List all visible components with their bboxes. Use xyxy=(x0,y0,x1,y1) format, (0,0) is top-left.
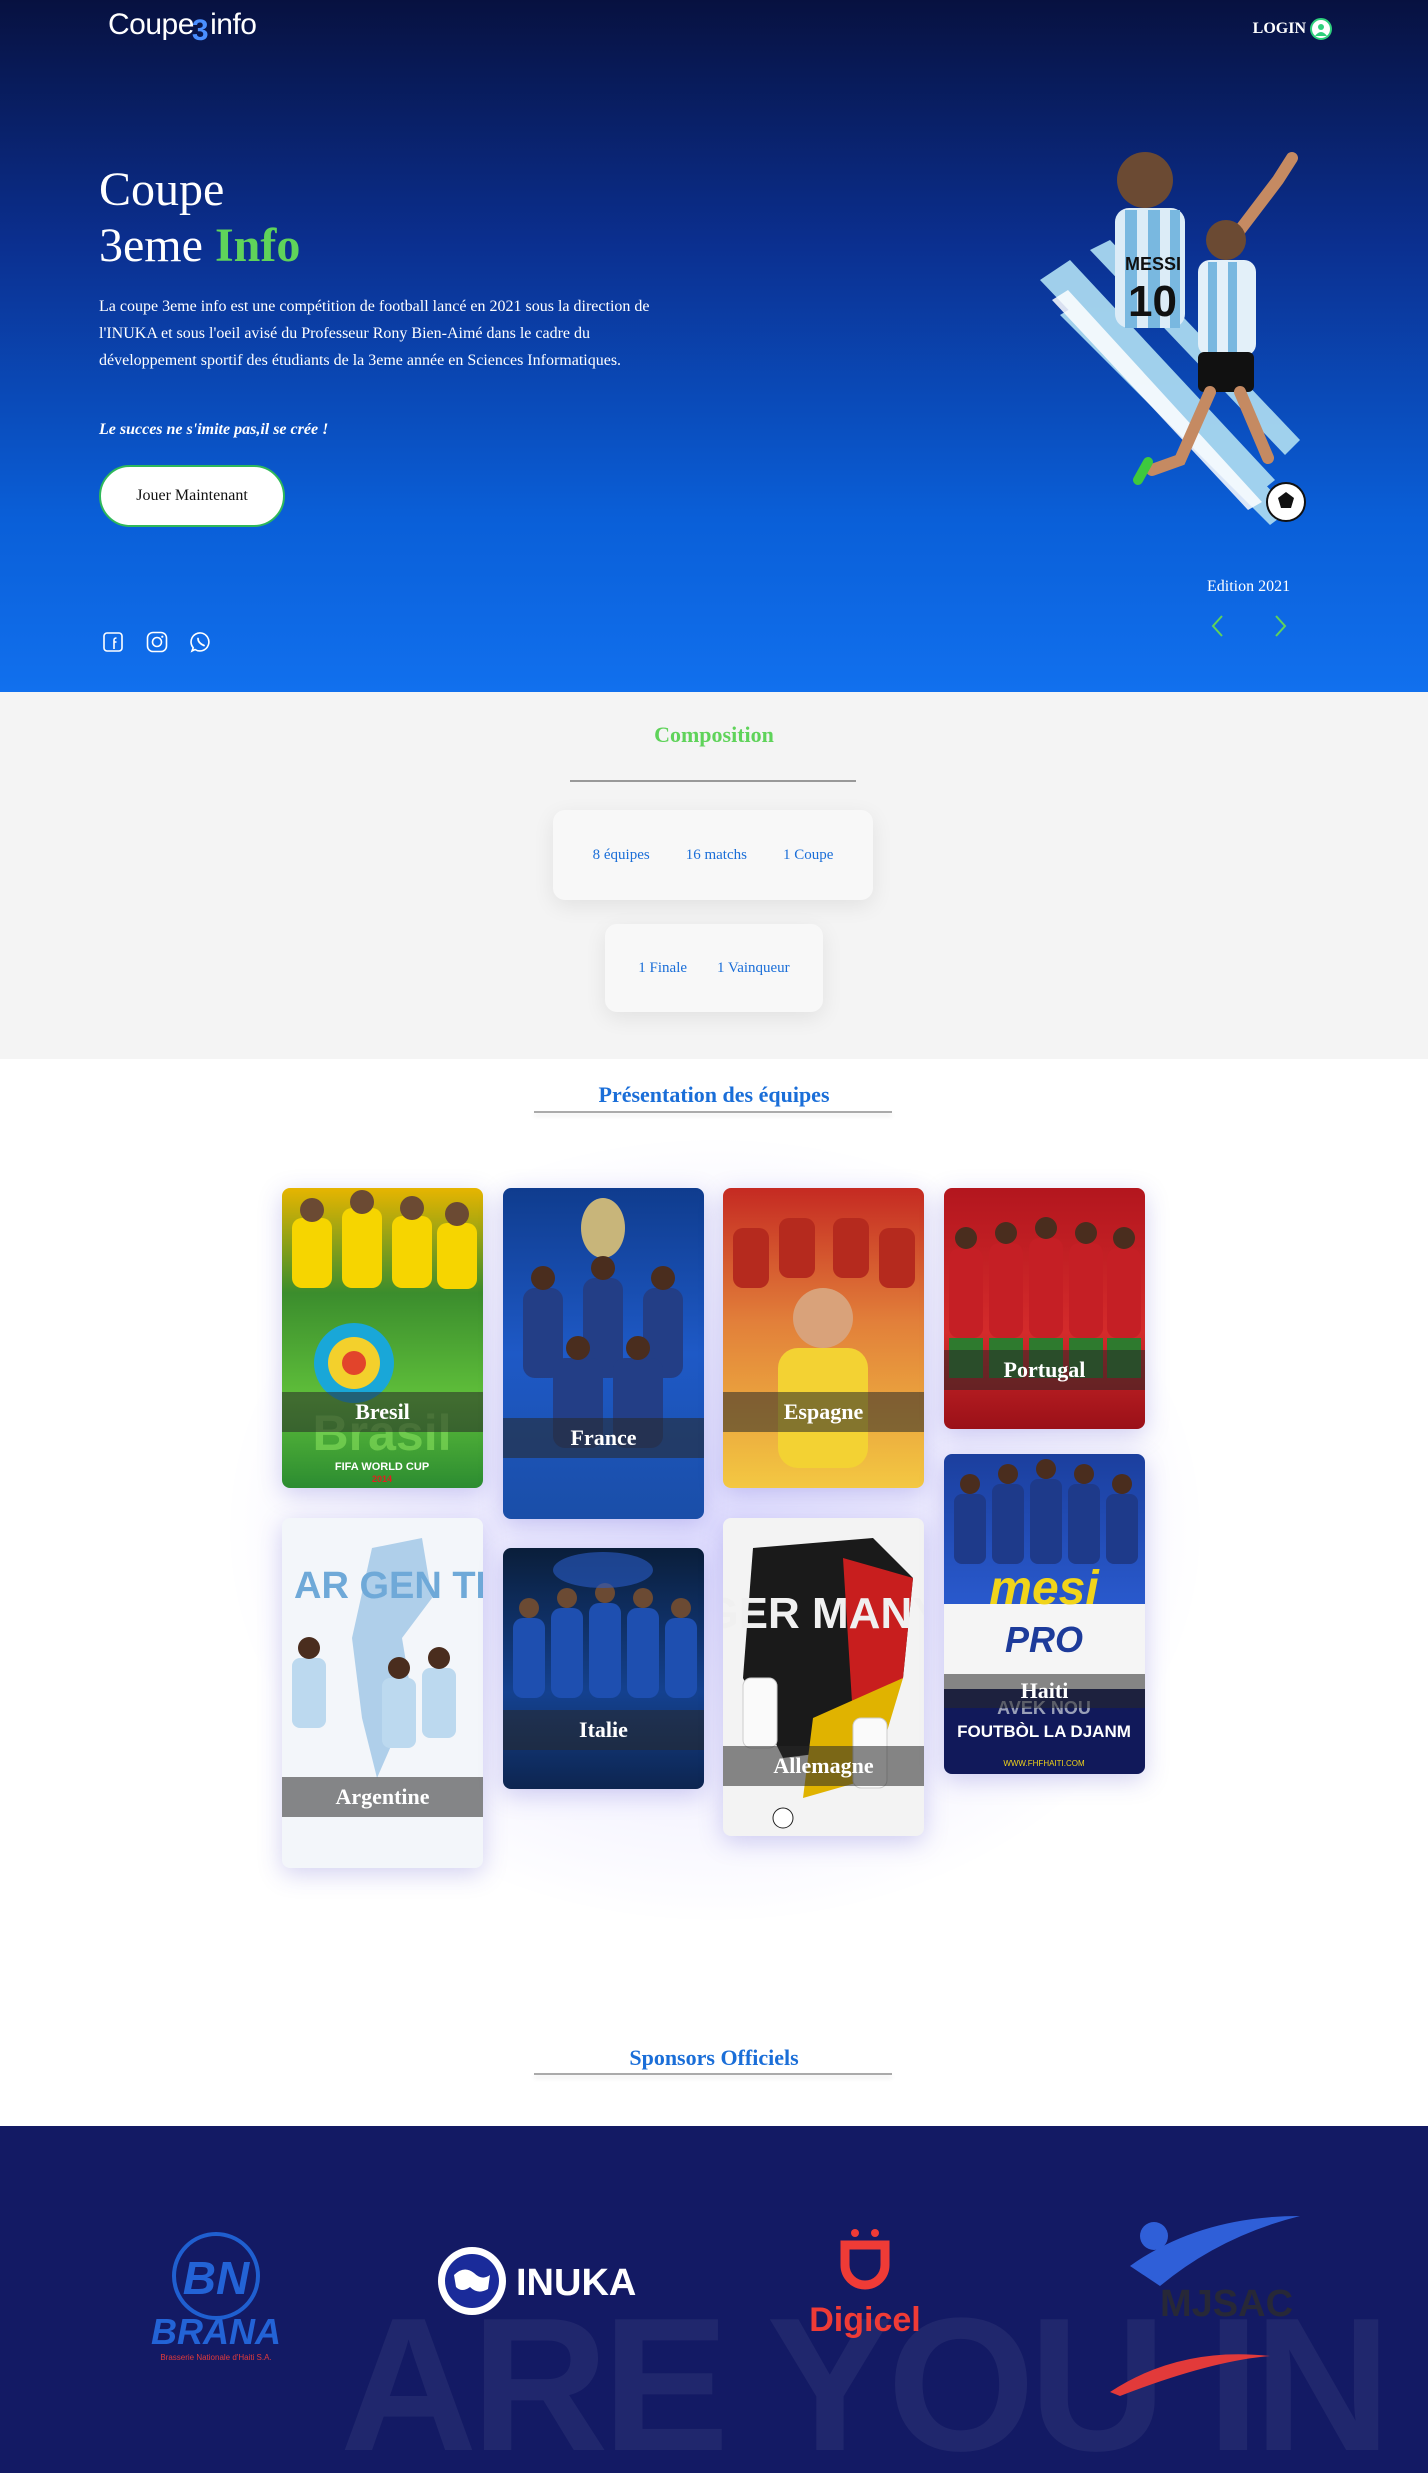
logo-number: 3 xyxy=(191,14,209,47)
site-logo[interactable]: Coupe3info xyxy=(108,8,257,47)
stats-card: 8 équipes 16 matchs 1 Coupe xyxy=(553,810,873,900)
edition-label: Edition 2021 xyxy=(1207,578,1291,595)
team-name: Allemagne xyxy=(723,1746,924,1786)
jersey-number: 10 xyxy=(1128,277,1177,326)
team-card-italie[interactable]: Italie xyxy=(503,1548,704,1789)
jersey-name: MESSI xyxy=(1125,254,1181,274)
stat-teams: 8 équipes xyxy=(592,846,650,863)
poster-text: mesi xyxy=(989,1562,1100,1615)
composition-section: Composition 8 équipes 16 matchs 1 Coupe … xyxy=(0,692,1428,1059)
inuka-logo: INUKA xyxy=(438,2247,636,2315)
social-links xyxy=(102,631,212,653)
poster-text: GER MANY xyxy=(723,1589,924,1638)
poster-sub: PRO xyxy=(1005,1619,1083,1660)
team-poster: mesi PRO AVEK NOU FOUTBÒL LA DJANM WWW.F… xyxy=(944,1459,1145,1774)
sponsor-name: MJSAC xyxy=(1160,2283,1293,2325)
team-name: Portugal xyxy=(944,1350,1145,1390)
login-link[interactable]: LOGIN xyxy=(1253,18,1332,40)
hero-title-line2: 3eme xyxy=(99,219,203,272)
poster-text: AR GEN TINA xyxy=(294,1565,483,1607)
facebook-icon[interactable] xyxy=(102,631,124,653)
team-card-france[interactable]: France xyxy=(503,1188,704,1519)
team-card-bresil[interactable]: Brasil FIFA WORLD CUP 2014 Bresil xyxy=(282,1188,483,1488)
team-poster: GER MANY xyxy=(723,1538,924,1829)
poster-url: WWW.FHFHAITI.COM xyxy=(1003,1759,1085,1768)
team-name: Italie xyxy=(503,1710,704,1750)
team-card-haiti[interactable]: mesi PRO AVEK NOU FOUTBÒL LA DJANM WWW.F… xyxy=(944,1454,1145,1774)
brana-logo: BN BRANA Brasserie Nationale d'Haiti S.A… xyxy=(151,2232,281,2362)
sponsor-tagline: Brasserie Nationale d'Haiti S.A. xyxy=(160,2353,271,2362)
title-divider xyxy=(570,780,856,782)
hero-description: La coupe 3eme info est une compétition d… xyxy=(99,298,650,369)
user-icon xyxy=(1310,18,1332,40)
player-illustration: MESSI 10 xyxy=(1030,140,1330,540)
team-card-allemagne[interactable]: GER MANY Allemagne xyxy=(723,1518,924,1836)
stats-card: 1 Finale 1 Vainqueur xyxy=(605,924,823,1012)
poster-year: 2014 xyxy=(372,1474,392,1484)
sponsors-title: Sponsors Officiels xyxy=(629,2045,799,2070)
sponsor-initials: BN xyxy=(183,2252,250,2304)
team-name: France xyxy=(503,1418,704,1458)
sponsor-mjsac[interactable]: MJSAC xyxy=(1100,2196,1300,2396)
digicel-logo: Digicel xyxy=(809,2229,921,2339)
poster-text: FIFA WORLD CUP xyxy=(335,1461,429,1473)
sponsor-digicel[interactable]: Digicel xyxy=(790,2221,940,2351)
team-name: Espagne xyxy=(723,1392,924,1432)
carousel-controls xyxy=(1205,612,1293,640)
team-card-argentine[interactable]: AR GEN TINA Argentine xyxy=(282,1518,483,1868)
team-poster xyxy=(513,1552,697,1698)
hero-title-accent: Info xyxy=(214,219,301,272)
team-poster xyxy=(523,1198,683,1448)
stat-final: 1 Finale xyxy=(638,959,688,976)
team-name: Argentine xyxy=(282,1777,483,1817)
team-poster xyxy=(733,1218,915,1468)
logo-suffix: info xyxy=(210,8,257,41)
title-divider xyxy=(534,2073,892,2075)
hero-quote: Le succes ne s'imite pas,il se crée ! xyxy=(99,421,329,438)
sponsor-name: Digicel xyxy=(809,2301,920,2339)
hero-title: Coupe 3eme Info xyxy=(99,162,300,274)
whatsapp-icon[interactable] xyxy=(190,631,212,653)
teams-title: Présentation des équipes xyxy=(598,1082,830,1107)
instagram-icon[interactable] xyxy=(146,631,168,653)
mjsac-logo: MJSAC xyxy=(1110,2216,1300,2396)
team-poster: Brasil FIFA WORLD CUP 2014 xyxy=(292,1190,477,1484)
title-divider xyxy=(534,1111,892,1113)
chevron-left-icon[interactable] xyxy=(1205,612,1229,640)
poster-slogan: FOUTBÒL LA DJANM xyxy=(957,1722,1131,1741)
hero-title-line1: Coupe xyxy=(99,163,225,216)
stat-cup: 1 Coupe xyxy=(782,846,834,863)
team-name: Bresil xyxy=(282,1392,483,1432)
play-now-button[interactable]: Jouer Maintenant xyxy=(99,465,285,527)
sponsor-name: INUKA xyxy=(516,2262,636,2304)
login-label: LOGIN xyxy=(1252,20,1306,37)
composition-title: Composition xyxy=(654,722,774,747)
stat-winner: 1 Vainqueur xyxy=(717,959,790,976)
sponsor-inuka[interactable]: INUKA xyxy=(430,2231,650,2331)
team-name: Haiti xyxy=(944,1674,1145,1708)
sponsor-name: BRANA xyxy=(151,2311,281,2352)
team-card-portugal[interactable]: Portugal xyxy=(944,1188,1145,1429)
chevron-right-icon[interactable] xyxy=(1269,612,1293,640)
hero-section: Coupe3info LOGIN Coupe 3eme Info La coup… xyxy=(0,0,1428,692)
team-card-espagne[interactable]: Espagne xyxy=(723,1188,924,1488)
team-poster xyxy=(949,1217,1141,1378)
logo-main: Coupe xyxy=(108,8,194,41)
sponsor-brana[interactable]: BN BRANA Brasserie Nationale d'Haiti S.A… xyxy=(120,2226,310,2376)
stat-matches: 16 matchs xyxy=(685,846,747,863)
sponsors-section: ARE YOU IN BN BRANA Brasserie Nationale … xyxy=(0,2126,1428,2473)
